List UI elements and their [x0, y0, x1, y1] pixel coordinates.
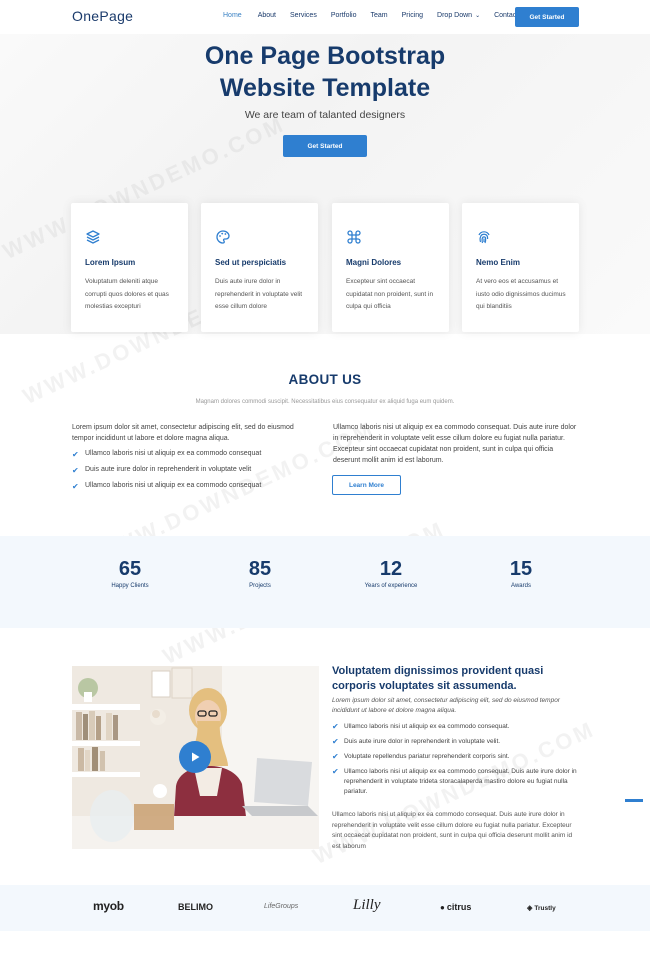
count-number: 12	[379, 558, 403, 580]
feature-desc: Voluptatum deleniti atque corrupti quos …	[85, 278, 169, 310]
about-subtitle: Magnam dolores commodi suscipit. Necessi…	[195, 399, 455, 405]
play-icon	[192, 752, 200, 762]
client-logo-text: Trustly	[534, 904, 556, 912]
check-text: Ullamco laboris nisi ut aliquip ex ea co…	[344, 723, 510, 730]
nav-dropdown[interactable]: Drop Down ⌄	[437, 12, 480, 19]
feature-title: Lorem Ipsum	[85, 258, 136, 267]
check-icon: ✔	[332, 767, 339, 776]
list-item: ✔ Voluptate repellendus pariatur reprehe…	[332, 752, 582, 762]
about-right-text: Ullamco laboris nisi ut aliquip ex ea co…	[333, 424, 577, 464]
play-button[interactable]	[179, 741, 211, 773]
nav-services[interactable]: Services	[290, 12, 317, 19]
feature-desc: Excepteur sint occaecat cupidatat non pr…	[346, 278, 434, 310]
layers-icon	[86, 230, 100, 244]
about-title: ABOUT US	[288, 372, 362, 387]
check-icon: ✔	[72, 450, 79, 459]
chevron-down-icon: ⌄	[475, 13, 481, 19]
hero-subtitle: We are team of talanted designers	[244, 109, 406, 121]
hero-get-started-button[interactable]: Get Started	[283, 135, 367, 157]
about-check-list: ✔ Ullamco laboris nisi ut aliquip ex ea …	[72, 450, 312, 498]
list-item: ✔ Duis aute irure dolor in reprehenderit…	[72, 466, 312, 482]
nav-portfolio[interactable]: Portfolio	[331, 12, 357, 19]
feature-card: Lorem Ipsum Voluptatum deleniti atque co…	[71, 203, 188, 332]
hero-title-line2: Website Template	[219, 74, 431, 102]
check-icon: ✔	[332, 737, 339, 746]
video-check-list: ✔ Ullamco laboris nisi ut aliquip ex ea …	[332, 722, 582, 802]
feature-card: Nemo Enim At vero eos et accusamus et iu…	[462, 203, 579, 332]
citrus-icon: ●	[440, 902, 445, 912]
count-label: Happy Clients	[111, 583, 149, 589]
main-nav: Home About Services Portfolio Team Prici…	[223, 12, 518, 19]
nav-home[interactable]: Home	[223, 12, 242, 19]
check-text: Duis aute irure dolor in reprehenderit i…	[344, 738, 501, 745]
nav-pricing[interactable]: Pricing	[402, 12, 423, 19]
list-item: ✔ Duis aute irure dolor in reprehenderit…	[332, 737, 582, 747]
check-text: Voluptate repellendus pariatur reprehend…	[344, 753, 510, 760]
check-text: Ullamco laboris nisi ut aliquip ex ea co…	[344, 768, 577, 795]
feature-title: Sed ut perspiciatis	[215, 258, 287, 267]
nav-dropdown-label: Drop Down	[437, 12, 473, 19]
site-header: OnePage Home About Services Portfolio Te…	[0, 0, 650, 34]
video-section-paragraph: Ullamco laboris nisi ut aliquip ex ea co…	[332, 811, 573, 850]
count-label: Projects	[249, 583, 271, 589]
check-text: Ullamco laboris nisi ut aliquip ex ea co…	[85, 482, 262, 489]
count-label: Awards	[511, 583, 531, 589]
about-intro: Lorem ipsum dolor sit amet, consectetur …	[72, 424, 294, 442]
check-icon: ✔	[72, 482, 79, 491]
list-item: ✔ Ullamco laboris nisi ut aliquip ex ea …	[72, 482, 312, 498]
feature-title: Nemo Enim	[476, 258, 521, 267]
trustly-icon: ◈	[527, 905, 533, 912]
count-number: 15	[509, 558, 533, 580]
check-icon: ✔	[72, 466, 79, 475]
nav-team[interactable]: Team	[371, 12, 388, 19]
count-item: 12 Years of experience	[341, 557, 441, 589]
list-item: ✔ Ullamco laboris nisi ut aliquip ex ea …	[72, 450, 312, 466]
fingerprint-icon	[478, 231, 490, 244]
feature-desc: Duis aute irure dolor in reprehenderit i…	[215, 278, 303, 310]
nav-about[interactable]: About	[258, 12, 276, 19]
check-icon: ✔	[332, 722, 339, 731]
list-item: ✔ Ullamco laboris nisi ut aliquip ex ea …	[332, 767, 582, 797]
video-section-subtitle: Lorem ipsum dolor sit amet, consectetur …	[332, 697, 560, 714]
learn-more-button[interactable]: Learn More	[332, 475, 401, 495]
feature-card: Magni Dolores Excepteur sint occaecat cu…	[332, 203, 449, 332]
list-item: ✔ Ullamco laboris nisi ut aliquip ex ea …	[332, 722, 582, 732]
check-text: Duis aute irure dolor in reprehenderit i…	[85, 466, 252, 473]
feature-card: Sed ut perspiciatis Duis aute irure dolo…	[201, 203, 318, 332]
count-number: 65	[118, 558, 142, 580]
palette-icon	[216, 230, 230, 244]
command-icon	[347, 230, 361, 244]
client-logo-lilly[interactable]: Lilly	[353, 897, 381, 914]
client-logo-trustly[interactable]: ◈ Trustly	[527, 904, 556, 913]
back-to-top-tab[interactable]	[625, 799, 643, 802]
check-icon: ✔	[332, 752, 339, 761]
count-item: 85 Projects	[210, 557, 310, 589]
feature-title: Magni Dolores	[346, 258, 402, 267]
video-section-title: Voluptatem dignissimos provident quasi c…	[332, 665, 544, 692]
header-get-started-button[interactable]: Get Started	[515, 7, 579, 27]
count-item: 15 Awards	[471, 557, 571, 589]
client-logo-lifegroups[interactable]: LifeGroups	[264, 903, 298, 910]
feature-desc: At vero eos et accusamus et iusto odio d…	[476, 278, 566, 310]
check-text: Ullamco laboris nisi ut aliquip ex ea co…	[85, 450, 262, 457]
client-logo-myob[interactable]: myob	[93, 899, 124, 913]
count-label: Years of experience	[364, 583, 418, 589]
client-logo-citrus[interactable]: ● citrus	[440, 902, 471, 912]
client-logo-text: citrus	[446, 902, 472, 912]
client-logo-belimo[interactable]: BELIMO	[178, 902, 213, 912]
count-number: 85	[248, 558, 272, 580]
hero-title-line1: One Page Bootstrap	[204, 42, 446, 70]
count-item: 65 Happy Clients	[80, 557, 180, 589]
site-logo[interactable]: OnePage	[72, 8, 133, 24]
